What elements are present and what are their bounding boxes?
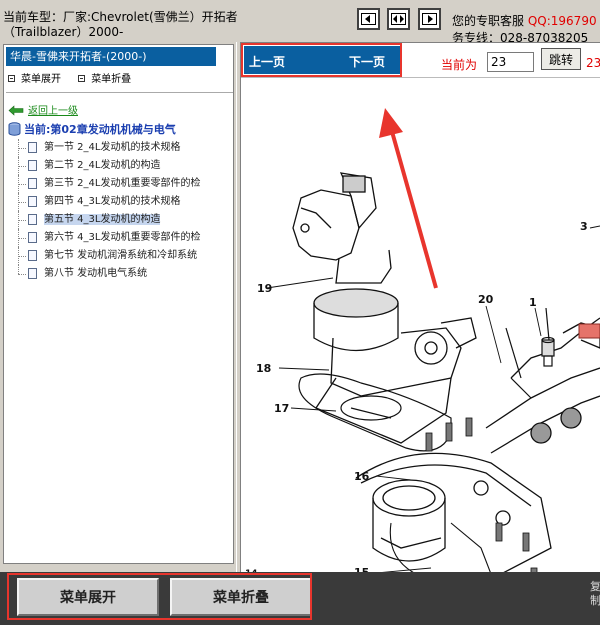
layout-both-button[interactable]	[387, 8, 410, 30]
layout-right-button[interactable]	[418, 8, 441, 30]
arrows-both-icon	[391, 13, 406, 25]
divider	[6, 92, 233, 93]
tree-item-label: 第一节 2_4L发动机的技术规格	[44, 142, 181, 153]
tree-expand-label: 菜单展开	[21, 74, 61, 85]
arrow-left-icon	[361, 13, 376, 25]
expand-square-icon	[8, 75, 15, 82]
tree-item-label: 第六节 4_3L发动机重要零部件的检	[44, 232, 201, 243]
tree-item-label: 第二节 2_4L发动机的构造	[44, 160, 161, 171]
tree-items: 第一节 2_4L发动机的技术规格 第二节 2_4L发动机的构造 第三节 2_4L…	[18, 139, 233, 283]
engine-diagram: 3 19 20 1 18 17 16 15 14	[241, 77, 600, 572]
document-icon	[28, 232, 37, 243]
tree-menu-row: 菜单展开 菜单折叠	[8, 70, 131, 85]
tree-item-label: 第八节 发动机电气系统	[44, 268, 148, 279]
tree-item[interactable]: 第三节 2_4L发动机重要零部件的检	[18, 175, 233, 193]
back-link[interactable]: 返回上一级	[8, 102, 78, 117]
current-chapter-label: 当前:第02章发动机机械与电气	[24, 123, 176, 136]
tree-title[interactable]: 华晨-雪佛来开拓者-(2000-)	[6, 47, 216, 66]
highlight-box-bottom	[7, 573, 312, 620]
service-label: 您的专职客服	[452, 14, 525, 28]
tree-item[interactable]: 第七节 发动机润滑系统和冷却系统	[18, 247, 233, 265]
arrow-right-icon	[422, 13, 437, 25]
header: 当前车型：厂家:Chevrolet(雪佛兰）开拓者 （Trailblazer）2…	[0, 0, 600, 45]
tree-collapse-link[interactable]: 菜单折叠	[78, 70, 131, 85]
callout-16: 16	[354, 470, 370, 483]
throttle-body-part	[313, 288, 477, 444]
tree-item-label: 第三节 2_4L发动机重要零部件的检	[44, 178, 201, 189]
callout-17: 17	[274, 402, 289, 415]
tree-item[interactable]: 第一节 2_4L发动机的技术规格	[18, 139, 233, 157]
document-icon	[28, 160, 37, 171]
tree-item[interactable]: 第八节 发动机电气系统	[18, 265, 233, 283]
collapse-square-icon	[78, 75, 86, 82]
document-icon	[28, 214, 37, 225]
total-pages: 23	[586, 56, 600, 70]
database-icon	[8, 122, 21, 136]
tree-collapse-label: 菜单折叠	[91, 74, 132, 85]
bottom-toolbar: 菜单展开 菜单折叠 复制	[0, 572, 600, 625]
page-nav-bar: 上一页 下一页 当前为 跳转 23	[241, 43, 600, 77]
highlight-box	[241, 43, 402, 77]
tree-panel: 华晨-雪佛来开拓者-(2000-) 菜单展开 菜单折叠 返回上一级 当前:第02…	[3, 44, 234, 564]
bottom-right-text: 复制	[590, 580, 600, 607]
callout-19: 19	[257, 282, 272, 295]
back-arrow-icon	[8, 105, 24, 116]
coil-part	[292, 172, 392, 284]
tree-item-selected[interactable]: 第五节 4_3L发动机的构造	[18, 211, 233, 229]
tree-item[interactable]: 第四节 4_3L发动机的技术规格	[18, 193, 233, 211]
document-icon	[28, 196, 37, 207]
document-icon	[28, 250, 37, 261]
tree-item[interactable]: 第六节 4_3L发动机重要零部件的检	[18, 229, 233, 247]
app-window: 当前车型：厂家:Chevrolet(雪佛兰）开拓者 （Trailblazer）2…	[0, 0, 600, 625]
tree-item[interactable]: 第二节 2_4L发动机的构造	[18, 157, 233, 175]
document-icon	[28, 178, 37, 189]
service-qq[interactable]: QQ:196790	[528, 14, 597, 28]
highlight-arrow	[379, 108, 438, 289]
jump-button[interactable]: 跳转	[541, 48, 581, 70]
service-contact: 您的专职客服 QQ:196790	[452, 12, 597, 29]
document-icon	[28, 268, 37, 279]
callout-1: 1	[529, 296, 537, 309]
back-link-label: 返回上一级	[28, 106, 78, 117]
callout-3: 3	[580, 220, 588, 233]
plug-part	[505, 307, 555, 399]
engine-diagram-drawing: 3 19 20 1 18 17 16 15 14	[245, 108, 600, 572]
plenum-part	[355, 452, 552, 572]
callout-20: 20	[478, 293, 494, 306]
page-number-input[interactable]	[487, 52, 534, 72]
callout-18: 18	[256, 362, 271, 375]
car-model-line2: （Trailblazer）2000-	[3, 25, 124, 39]
tree-item-label: 第四节 4_3L发动机的技术规格	[44, 196, 181, 207]
document-viewer: 上一页 下一页 当前为 跳转 23	[241, 42, 600, 572]
tree-item-label: 第七节 发动机润滑系统和冷却系统	[44, 250, 198, 261]
red-connector-part	[578, 323, 600, 339]
tree-expand-link[interactable]: 菜单展开	[8, 70, 61, 85]
layout-left-button[interactable]	[357, 8, 380, 30]
current-chapter: 当前:第02章发动机机械与电气	[8, 121, 176, 137]
tree-item-label: 第五节 4_3L发动机的构造	[44, 214, 161, 225]
document-icon	[28, 142, 37, 153]
current-page-label: 当前为	[441, 58, 478, 72]
